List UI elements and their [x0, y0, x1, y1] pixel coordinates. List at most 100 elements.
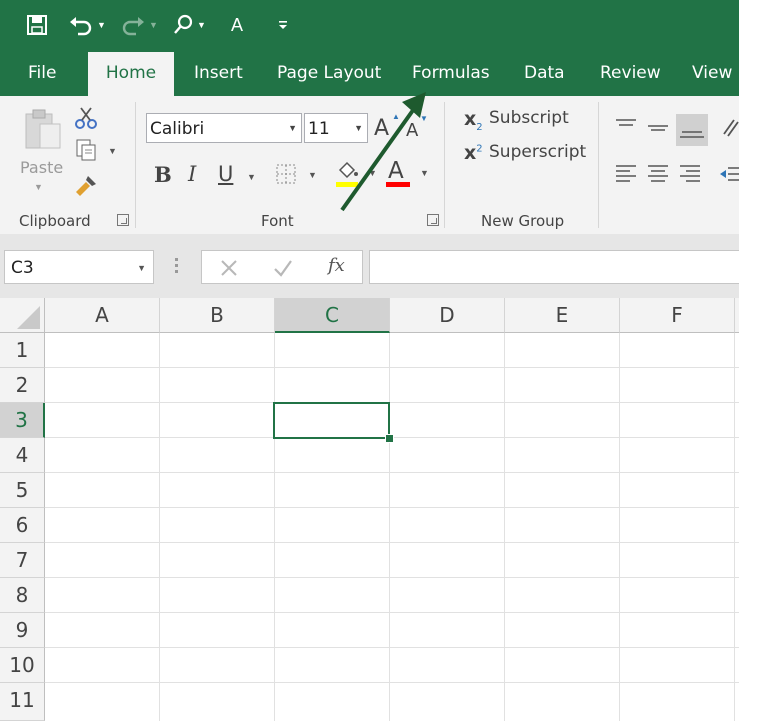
orientation-button[interactable]	[720, 116, 739, 142]
row-header-7[interactable]: 7	[0, 543, 45, 578]
row-header-6[interactable]: 6	[0, 508, 45, 543]
search-icon	[174, 14, 193, 34]
underline-button[interactable]: U	[218, 162, 233, 186]
italic-button[interactable]: I	[188, 162, 196, 186]
group-separator	[135, 102, 136, 228]
row-header-10[interactable]: 10	[0, 648, 45, 683]
grid-line	[45, 682, 739, 683]
subscript-button[interactable]: x2 Subscript	[464, 106, 594, 133]
grid-line	[159, 333, 160, 721]
align-center-icon	[648, 165, 668, 182]
row-header-2[interactable]: 2	[0, 368, 45, 403]
fill-handle[interactable]	[385, 434, 394, 443]
align-middle-button[interactable]	[646, 116, 672, 142]
underline-dropdown-icon[interactable]: ▼	[247, 172, 256, 182]
redo-dropdown-icon[interactable]: ▼	[149, 20, 158, 30]
copy-dropdown-icon[interactable]: ▼	[108, 146, 117, 156]
column-header-f[interactable]: F	[620, 298, 735, 333]
formula-buttons: fx	[201, 250, 363, 284]
tab-file[interactable]: File	[28, 50, 56, 96]
column-header-a[interactable]: A	[45, 298, 160, 333]
grid-line	[45, 577, 739, 578]
grid-line	[45, 367, 739, 368]
select-all-button[interactable]	[0, 298, 45, 333]
column-header-b[interactable]: B	[160, 298, 275, 333]
font-name-combo[interactable]: Calibri ▼	[146, 113, 302, 143]
align-right-button[interactable]	[678, 162, 704, 188]
cut-button[interactable]	[74, 106, 100, 132]
tab-home[interactable]: Home	[88, 52, 174, 96]
name-box-dropdown-icon[interactable]: ▼	[137, 263, 146, 273]
cancel-button[interactable]	[218, 257, 240, 279]
align-middle-icon	[648, 125, 668, 131]
decrease-indent-button[interactable]	[718, 162, 739, 188]
search-dropdown-icon[interactable]: ▼	[197, 20, 206, 30]
quick-access-toolbar: ▼ ▼ ▼ A	[0, 0, 739, 50]
paste-dropdown-icon[interactable]: ▼	[34, 182, 43, 192]
superscript-glyph: x	[464, 142, 477, 164]
formula-bar-grip-icon[interactable]	[175, 258, 179, 276]
bold-button[interactable]: B	[154, 162, 172, 187]
format-painter-button[interactable]	[74, 174, 100, 200]
paste-button[interactable]: Paste ▼	[16, 106, 66, 206]
tab-insert[interactable]: Insert	[194, 50, 243, 96]
align-left-icon	[616, 165, 636, 182]
row-header-3[interactable]: 3	[0, 403, 45, 438]
undo-button[interactable]: ▼	[68, 10, 106, 40]
worksheet-grid: A B C D E F 1 2 3 4 5 6 7 8 9 10 11	[0, 298, 739, 721]
column-header-c[interactable]: C	[275, 298, 390, 333]
grid-line	[389, 333, 390, 721]
check-icon	[274, 260, 292, 277]
tab-data[interactable]: Data	[524, 50, 565, 96]
search-button[interactable]: ▼	[172, 10, 206, 40]
paste-label: Paste	[20, 158, 64, 177]
row-header-5[interactable]: 5	[0, 473, 45, 508]
align-top-button[interactable]	[614, 116, 640, 142]
active-cell-c3[interactable]	[273, 402, 390, 439]
row-header-8[interactable]: 8	[0, 578, 45, 613]
subscript-glyph: x	[464, 108, 477, 130]
tab-view[interactable]: View	[692, 50, 732, 96]
row-header-9[interactable]: 9	[0, 613, 45, 648]
format-painter-icon	[76, 176, 96, 196]
formula-input[interactable]	[369, 250, 739, 284]
formula-bar-area: C3 ▼ fx	[0, 234, 739, 298]
subscript-digit: 2	[476, 121, 483, 133]
font-letter: A	[231, 14, 244, 35]
name-box-value: C3	[11, 258, 34, 278]
save-button[interactable]	[26, 10, 48, 40]
cell-area[interactable]	[45, 333, 739, 721]
align-left-button[interactable]	[614, 162, 640, 188]
grid-line	[45, 542, 739, 543]
customize-toolbar-button[interactable]	[277, 10, 289, 40]
column-header-d[interactable]: D	[390, 298, 505, 333]
insert-function-button[interactable]: fx	[328, 255, 345, 276]
copy-button[interactable]: ▼	[74, 138, 120, 164]
decrease-indent-icon	[720, 167, 739, 181]
enter-button[interactable]	[272, 257, 294, 279]
copy-icon	[76, 139, 96, 161]
align-center-button[interactable]	[646, 162, 672, 188]
font-name-value: Calibri	[150, 119, 205, 139]
redo-button[interactable]: ▼	[120, 10, 158, 40]
superscript-button[interactable]: x2 Superscript	[464, 140, 594, 166]
row-header-4[interactable]: 4	[0, 438, 45, 473]
row-header-1[interactable]: 1	[0, 333, 45, 368]
borders-dropdown-icon[interactable]: ▼	[308, 170, 317, 180]
clipboard-launcher-icon[interactable]	[117, 214, 129, 226]
name-box[interactable]: C3 ▼	[4, 250, 154, 284]
tab-review[interactable]: Review	[600, 50, 661, 96]
select-all-icon	[17, 306, 40, 329]
font-name-dropdown-icon[interactable]: ▼	[288, 123, 297, 133]
borders-button[interactable]: ▼	[275, 163, 323, 189]
superscript-label: Superscript	[489, 142, 587, 162]
undo-dropdown-icon[interactable]: ▼	[97, 20, 106, 30]
align-bottom-button[interactable]	[676, 114, 708, 146]
column-header-g[interactable]	[735, 298, 739, 333]
font-quick-button[interactable]: A	[231, 10, 243, 40]
column-header-e[interactable]: E	[505, 298, 620, 333]
grid-line	[45, 612, 739, 613]
excel-window: ▼ ▼ ▼ A File Home Insert Page Layout For…	[0, 0, 739, 721]
row-header-11[interactable]: 11	[0, 683, 45, 721]
group-separator	[598, 102, 599, 228]
